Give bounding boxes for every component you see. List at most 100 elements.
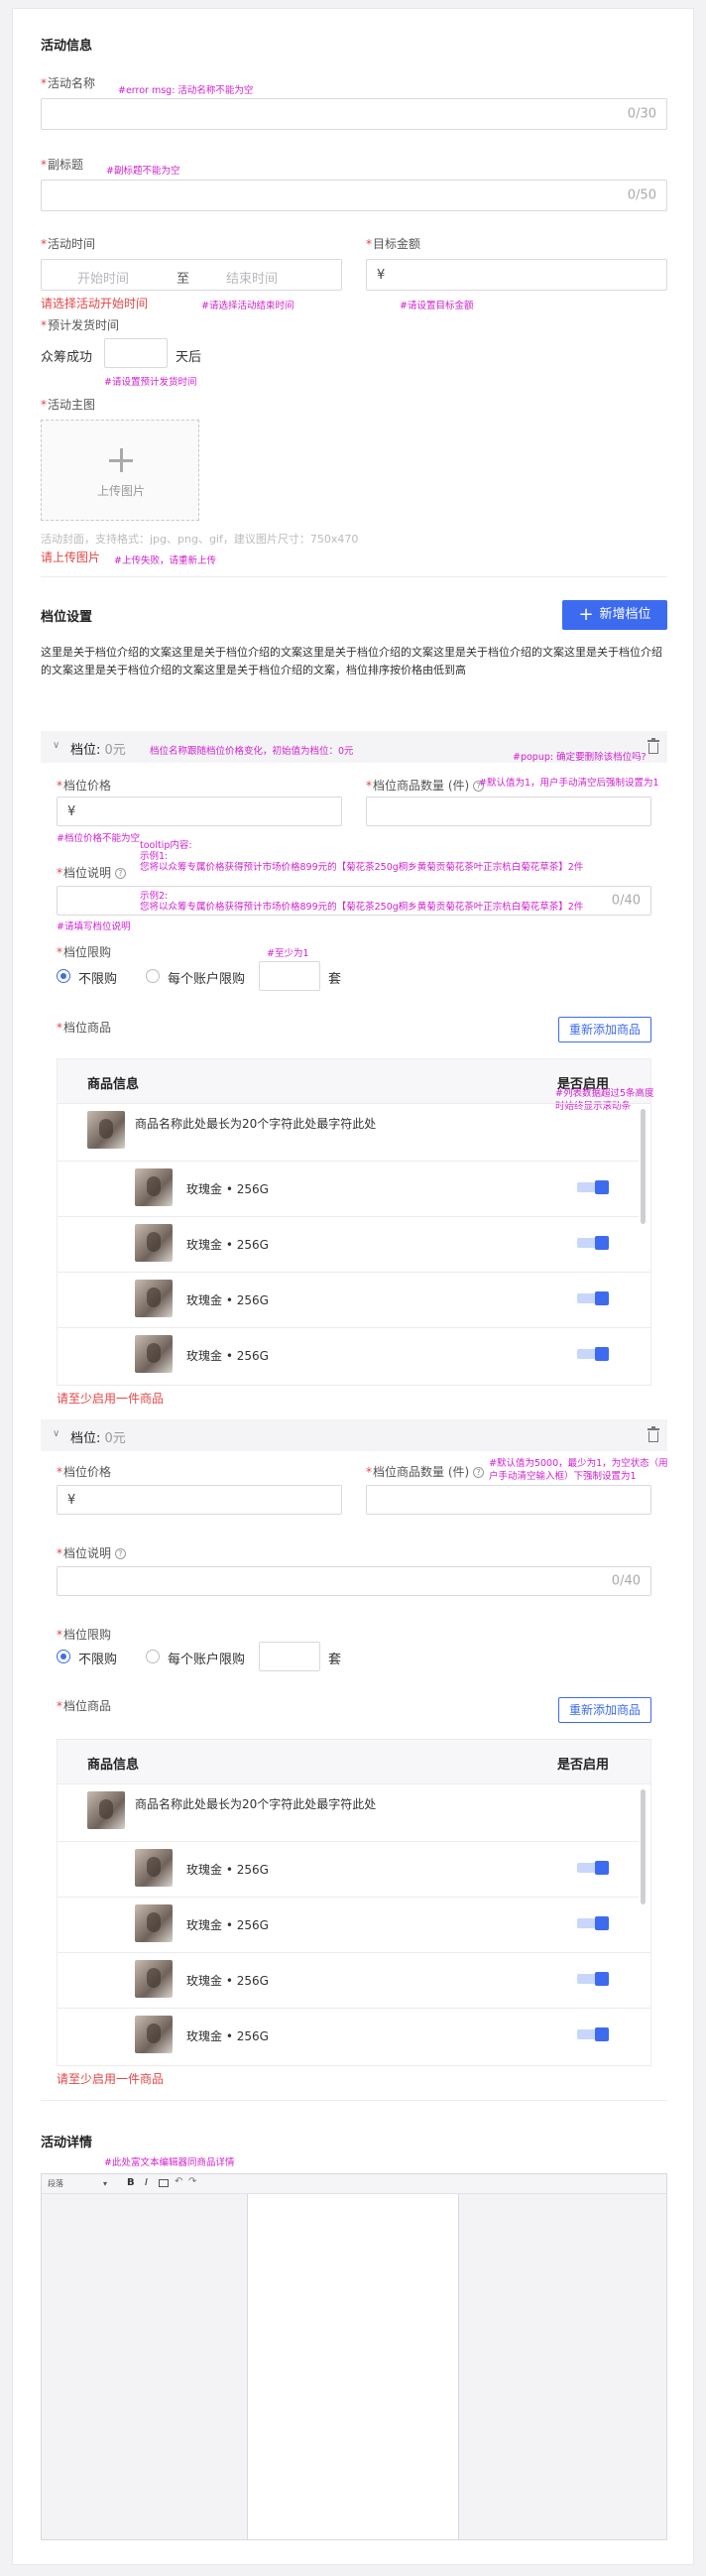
time-range-input[interactable]: 开始时间 至 结束时间 [41,259,342,291]
tier2-desc-label: *档位说明 ? [57,1544,126,1561]
ship-days-input[interactable] [104,338,168,368]
tier1-qty-annotation: #默认值为1，用户手动清空后强制设置为1 [479,778,659,789]
ship-label: *预计发货时间 [41,318,120,332]
sku-thumbnail [135,1335,173,1373]
subtitle-input[interactable]: 0/50 [41,180,667,211]
tier2-radio-unlimited[interactable] [57,1650,70,1663]
plus-icon: + [578,604,594,625]
sku-enabled-toggle[interactable] [577,1347,609,1361]
tier2-radio-per-account[interactable] [146,1650,160,1663]
tier2-readd-goods-button[interactable]: 重新添加商品 [558,1697,651,1723]
sku-enabled-toggle[interactable] [577,1236,609,1250]
name-input[interactable]: 0/30 [41,98,667,130]
help-icon[interactable]: ? [114,868,126,879]
product-name: 商品名称此处最长为20个字符此处最字符此处 [135,1797,377,1811]
redo-icon[interactable]: ↷ [188,2176,196,2187]
tier1-qty-input[interactable] [366,797,651,826]
tier1-limit-input[interactable] [259,961,320,991]
sku-thumbnail [135,1849,173,1887]
image-icon[interactable] [159,2179,169,2187]
tier1-goods-label: *档位商品 [57,1021,112,1035]
col-enabled: 是否启用 [557,1758,610,1773]
rich-text-editor[interactable]: 段落 ▾ B I ↶ ↷ [41,2173,667,2540]
ship-annotation: #请设置预计发货时间 [104,377,197,388]
trash-icon[interactable] [647,1426,659,1442]
tier1-header-annotation: 档位名称跟随档位价格变化，初始值为档位：0元 [150,746,354,757]
tier1-price-label: *档位价格 [57,779,112,793]
tier2-price-label: *档位价格 [57,1465,112,1479]
trash-icon[interactable] [647,738,659,754]
sku-label: 玫瑰金 • 256G [186,1863,269,1877]
image-error: 请上传图片 [41,551,101,564]
sku-label: 玫瑰金 • 256G [186,1974,269,1988]
divider [41,576,667,577]
tier2-qty-annotation: #默认值为5000，最少为1，为空状态（用 户手动清空输入框）下强制设置为1 [489,1458,668,1482]
product-thumbnail [87,1791,125,1829]
sku-enabled-toggle[interactable] [577,2027,609,2041]
form-card: 活动信息 *活动名称 #error msg: 活动名称不能为空 0/30 *副标… [12,8,694,2565]
time-error: 请选择活动开始时间 [41,297,149,310]
tier1-radio-per-account[interactable] [146,969,160,983]
tier1-desc-label: *档位说明 ? [57,864,126,881]
add-tier-button[interactable]: + 新增档位 [562,600,667,630]
help-icon[interactable]: ? [114,1548,126,1559]
bold-icon[interactable]: B [127,2177,135,2188]
sku-enabled-toggle[interactable] [577,1916,609,1930]
ship-suffix: 天后 [176,350,202,365]
subtitle-annotation: #副标题不能为空 [106,166,180,177]
section-title-info: 活动信息 [41,39,93,54]
format-select[interactable]: 段落 ▾ [48,2178,107,2189]
scrollbar[interactable] [641,1109,646,1224]
range-separator: 至 [176,272,190,287]
image-annotation: #上传失败，请重新上传 [114,555,216,566]
tier1-price-input[interactable]: ¥ [57,797,342,826]
tier1-radio-unlimited[interactable] [57,969,70,983]
help-icon[interactable]: ? [473,1467,485,1478]
tier1-unlimited-label[interactable]: 不限购 [78,968,117,987]
chevron-down-icon[interactable]: ∨ [53,740,59,751]
sku-label: 玫瑰金 • 256G [186,1182,269,1196]
scrollbar[interactable] [641,1789,646,1904]
tier2-price-input[interactable]: ¥ [57,1485,342,1515]
sku-thumbnail [135,1280,173,1317]
sku-enabled-toggle[interactable] [577,1291,609,1305]
tier2-header[interactable]: ∨ 档位: 0元 [41,1419,667,1451]
sku-enabled-toggle[interactable] [577,1180,609,1194]
italic-icon[interactable]: I [145,2177,148,2188]
tier1-per-account-label[interactable]: 每个账户限购 [168,968,245,987]
tier2-qty-input[interactable] [366,1485,651,1515]
sku-thumbnail [135,1168,173,1206]
sku-enabled-toggle[interactable] [577,1972,609,1986]
upload-box[interactable]: 上传图片 [41,420,199,521]
product-thumbnail [87,1111,125,1149]
tier2-limit-input[interactable] [259,1642,320,1671]
image-label: *活动主图 [41,398,96,412]
target-label: *目标金额 [366,237,421,251]
tier2-unlimited-label[interactable]: 不限购 [78,1649,117,1667]
col-product-info: 商品信息 [87,1758,140,1773]
tier1-goods-table: 商品信息 是否启用 #列表数据超过5条高度 时始终显示滚动条 商品名称此处最长为2… [57,1058,654,1386]
tier2-goods-table: 商品信息 是否启用 商品名称此处最长为20个字符此处最字符此处 玫瑰金 • 25… [57,1739,651,2066]
tier1-readd-goods-button[interactable]: 重新添加商品 [558,1017,651,1043]
sku-enabled-toggle[interactable] [577,1861,609,1875]
start-time-placeholder[interactable]: 开始时间 [77,268,129,287]
details-annotation: #此处富文本编辑器同商品详情 [104,2157,235,2168]
product-name: 商品名称此处最长为20个字符此处最字符此处 [135,1117,377,1131]
chevron-down-icon[interactable]: ∨ [53,1428,59,1439]
image-hint: 活动封面，支持格式：jpg、png、gif，建议图片尺寸：750x470 [41,533,359,546]
undo-icon[interactable]: ↶ [175,2176,182,2187]
tier2-goods-label: *档位商品 [57,1699,112,1713]
tiers-intro: 这里是关于档位介绍的文案这里是关于档位介绍的文案这里是关于档位介绍的文案这里是关… [41,646,662,676]
tier1-desc-annotation: #请填写档位说明 [57,921,131,932]
tier2-desc-input[interactable]: 0/40 [57,1566,651,1596]
editor-content-area[interactable] [248,2194,458,2539]
tier1-title: 档位: 0元 [70,743,126,758]
name-annotation: #error msg: 活动名称不能为空 [118,85,254,96]
tier1-limit-annotation: #至少为1 [267,948,309,959]
target-amount-input[interactable]: ¥ [366,259,667,291]
sku-thumbnail [135,2016,173,2053]
tier2-per-account-label[interactable]: 每个账户限购 [168,1649,245,1667]
end-time-placeholder[interactable]: 结束时间 [226,268,278,287]
tier1-goods-error: 请至少启用一件商品 [57,1392,165,1406]
sku-thumbnail [135,1960,173,1998]
